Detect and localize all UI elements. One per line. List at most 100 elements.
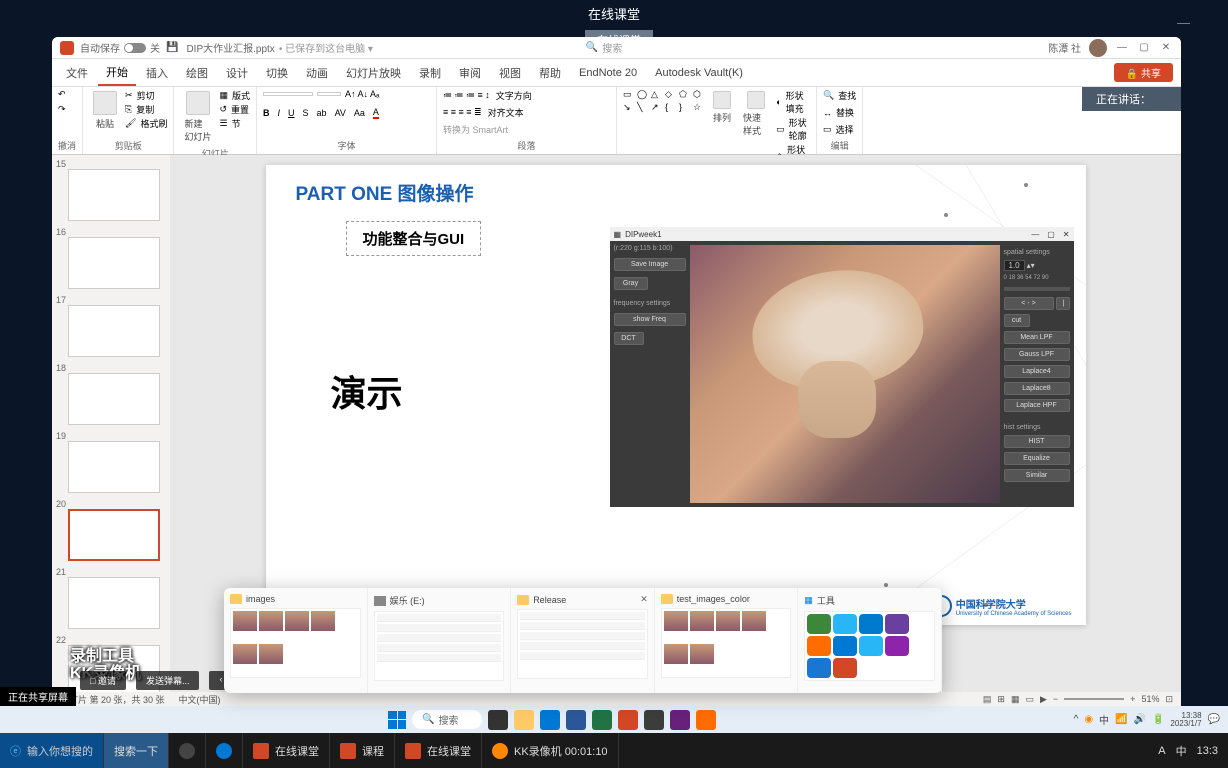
- zoom-level[interactable]: 51%: [1141, 694, 1159, 704]
- minimize-icon[interactable]: —: [1177, 8, 1190, 38]
- tab-transitions[interactable]: 切换: [258, 61, 296, 85]
- visualstudio-icon[interactable]: [670, 710, 690, 730]
- gauss-lpf-button[interactable]: Gauss LPF: [1004, 348, 1070, 361]
- taskbar-item-course[interactable]: 课程: [330, 733, 395, 768]
- tab-file[interactable]: 文件: [58, 61, 96, 85]
- align-text-button[interactable]: 对齐文本: [488, 106, 524, 119]
- taskbar-item-classroom2[interactable]: 在线课堂: [395, 733, 482, 768]
- font-family-select[interactable]: [263, 92, 313, 96]
- shape-outline-button[interactable]: ▭ 形状轮廓: [776, 116, 810, 142]
- new-slide-button[interactable]: 新建 幻灯片: [180, 89, 215, 145]
- zoom-in-button[interactable]: +: [1130, 694, 1135, 704]
- task-window-images[interactable]: images: [224, 588, 368, 693]
- taskbar-item-classroom1[interactable]: 在线课堂: [243, 733, 330, 768]
- thumbnail-16[interactable]: 16: [56, 227, 166, 289]
- slideshow-view-button[interactable]: ▶: [1040, 694, 1047, 705]
- reading-view-button[interactable]: ▭: [1025, 694, 1034, 705]
- redo-icon[interactable]: ↷: [58, 104, 66, 115]
- search-box[interactable]: 🔍 搜索: [586, 40, 622, 55]
- find-button[interactable]: 🔍 查找: [823, 89, 856, 102]
- smartart-button[interactable]: 转换为 SmartArt: [443, 123, 508, 136]
- spin-control[interactable]: 1.0▴▾: [1004, 260, 1070, 271]
- task-window-test_images_color[interactable]: test_images_color: [655, 588, 799, 693]
- task-window-工具[interactable]: ▦工具: [798, 588, 942, 693]
- task-window-娱乐 (E:)[interactable]: 娱乐 (E:): [368, 588, 512, 693]
- gui-min-icon[interactable]: —: [1031, 230, 1039, 239]
- app-icon[interactable]: [696, 710, 716, 730]
- word-icon[interactable]: [566, 710, 586, 730]
- start-button[interactable]: [388, 711, 406, 729]
- cut-button[interactable]: cut: [1004, 314, 1030, 327]
- sorter-view-button[interactable]: ▦: [1011, 694, 1020, 705]
- toggle-switch-icon[interactable]: [124, 43, 146, 53]
- tab-help[interactable]: 帮助: [531, 61, 569, 85]
- tab-home[interactable]: 开始: [98, 60, 136, 86]
- tray-chevron-icon[interactable]: ^: [1074, 714, 1079, 725]
- paste-button[interactable]: 粘贴: [89, 89, 121, 132]
- show-freq-button[interactable]: show Freq: [614, 313, 686, 326]
- taskbar-item-browser[interactable]: [206, 733, 243, 768]
- autosave-toggle[interactable]: 自动保存 关: [80, 40, 160, 55]
- close-icon[interactable]: ✕: [640, 594, 648, 605]
- notes-button[interactable]: ▤: [983, 694, 992, 705]
- share-button[interactable]: 🔒 共享: [1114, 63, 1173, 82]
- hist-button[interactable]: HIST: [1004, 435, 1070, 448]
- window-close-button[interactable]: ✕: [1159, 42, 1173, 53]
- volume-icon[interactable]: 🔊: [1134, 714, 1146, 725]
- tab-autodesk[interactable]: Autodesk Vault(K): [647, 63, 751, 83]
- case-button[interactable]: Aa: [354, 108, 365, 118]
- tab-design[interactable]: 设计: [218, 61, 256, 85]
- replace-button[interactable]: ↔ 替换: [823, 106, 854, 119]
- invite-button[interactable]: □ 邀请: [80, 671, 126, 690]
- arrows-button[interactable]: < - >: [1004, 297, 1054, 310]
- spacing-button[interactable]: AV: [335, 108, 346, 118]
- ime-left-indicator[interactable]: A: [1158, 745, 1165, 757]
- danmu-input[interactable]: 发送弹幕...: [136, 671, 200, 690]
- task-window-Release[interactable]: Release✕: [511, 588, 655, 693]
- reset-button[interactable]: ↺ 重置: [219, 103, 250, 116]
- arrange-button[interactable]: 排列: [709, 89, 735, 126]
- gui-close-icon[interactable]: ✕: [1063, 230, 1070, 239]
- save-icon[interactable]: 💾: [166, 42, 178, 53]
- taskbar-item-recorder[interactable]: KK录像机 00:01:10: [482, 733, 619, 768]
- search-button[interactable]: 搜索一下: [104, 733, 169, 768]
- save-image-button[interactable]: Save Image: [614, 258, 686, 271]
- task-switcher[interactable]: images娱乐 (E:)Release✕test_images_color▦工…: [224, 588, 942, 693]
- tray-app-icon[interactable]: ◉: [1084, 714, 1093, 725]
- cut-button[interactable]: ✂ 剪切: [125, 89, 167, 102]
- battery-icon[interactable]: 🔋: [1152, 714, 1164, 725]
- gray-button[interactable]: Gray: [614, 277, 648, 290]
- thumbnail-15[interactable]: 15: [56, 159, 166, 221]
- tab-endnote[interactable]: EndNote 20: [571, 63, 645, 83]
- taskbar-item-circle[interactable]: [169, 733, 206, 768]
- thumbnail-18[interactable]: 18: [56, 363, 166, 425]
- font-size-select[interactable]: [317, 92, 341, 96]
- slide-title[interactable]: PART ONE 图像操作: [296, 179, 474, 206]
- tab-review[interactable]: 审阅: [451, 61, 489, 85]
- laplace4-button[interactable]: Laplace4: [1004, 365, 1070, 378]
- shapes-gallery[interactable]: ▭◯△◇⬠⬡ ↘╲↗{}☆: [623, 89, 705, 113]
- text-direction-button[interactable]: 文字方向: [496, 89, 532, 102]
- thumbnail-21[interactable]: 21: [56, 567, 166, 629]
- italic-button[interactable]: I: [278, 108, 281, 118]
- mean-lpf-button[interactable]: Mean LPF: [1004, 331, 1070, 344]
- fit-button[interactable]: ⊡: [1165, 694, 1173, 705]
- tab-draw[interactable]: 绘图: [178, 61, 216, 85]
- thumbnail-19[interactable]: 19: [56, 431, 166, 493]
- layout-button[interactable]: ▦ 版式: [219, 89, 250, 102]
- excel-icon[interactable]: [592, 710, 612, 730]
- bar-button[interactable]: |: [1056, 297, 1070, 310]
- thumbnail-panel[interactable]: 151617181920212223: [52, 155, 170, 692]
- user-name[interactable]: 陈潭 社: [1048, 40, 1081, 55]
- tab-insert[interactable]: 插入: [138, 61, 176, 85]
- window-maximize-button[interactable]: ▢: [1137, 42, 1151, 53]
- tab-animations[interactable]: 动画: [298, 61, 336, 85]
- window-minimize-button[interactable]: —: [1115, 42, 1129, 53]
- copy-button[interactable]: ⎘ 复制: [125, 103, 167, 116]
- similar-button[interactable]: Similar: [1004, 469, 1070, 482]
- undo-icon[interactable]: ↶: [58, 89, 66, 100]
- format-painter-button[interactable]: 🖌 格式刷: [125, 117, 167, 130]
- saved-status[interactable]: • 已保存到这台电脑 ▾: [279, 40, 373, 55]
- normal-view-button[interactable]: ⊞: [997, 694, 1005, 705]
- ime-indicator-outer[interactable]: 中: [1176, 743, 1187, 759]
